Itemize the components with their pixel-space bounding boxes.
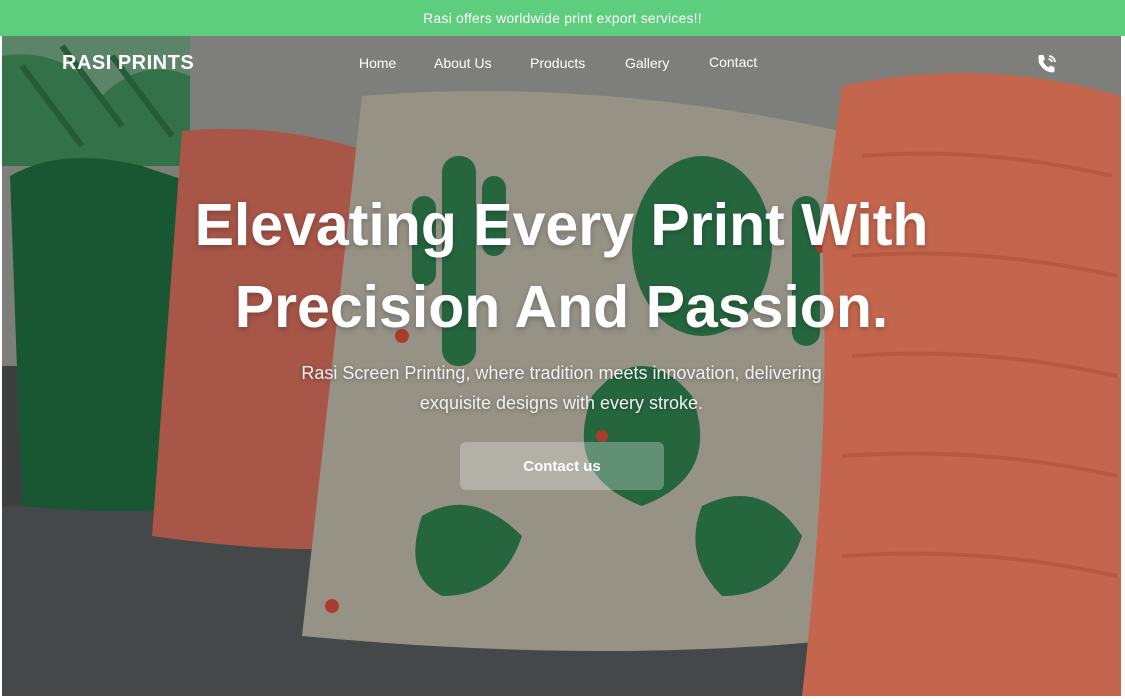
nav-home[interactable]: Home [359, 55, 396, 71]
hero-subtitle-line-1: Rasi Screen Printing, where tradition me… [301, 363, 822, 383]
main-nav: Home About Us Products Gallery Contact [2, 54, 1121, 75]
nav-gallery[interactable]: Gallery [625, 55, 669, 71]
hero-section: RASI PRINTS Home About Us Products Galle… [2, 36, 1121, 696]
nav-about-us[interactable]: About Us [434, 55, 492, 71]
announcement-bar: Rasi offers worldwide print export servi… [0, 0, 1125, 36]
nav-products[interactable]: Products [530, 55, 585, 71]
contact-us-button[interactable]: Contact us [460, 442, 664, 490]
phone-icon[interactable] [1034, 51, 1060, 77]
hero-headline: Elevating Every Print With Precision And… [2, 184, 1121, 348]
hero-subtitle-line-2: exquisite designs with every stroke. [419, 393, 704, 413]
announcement-text: Rasi offers worldwide print export servi… [423, 10, 702, 26]
hero-subtitle: Rasi Screen Printing, where tradition me… [2, 358, 1121, 418]
nav-contact[interactable]: Contact [709, 54, 757, 70]
hero-headline-line-1: Elevating Every Print With [194, 192, 929, 258]
hero-headline-line-2: Precision And Passion. [234, 274, 889, 340]
